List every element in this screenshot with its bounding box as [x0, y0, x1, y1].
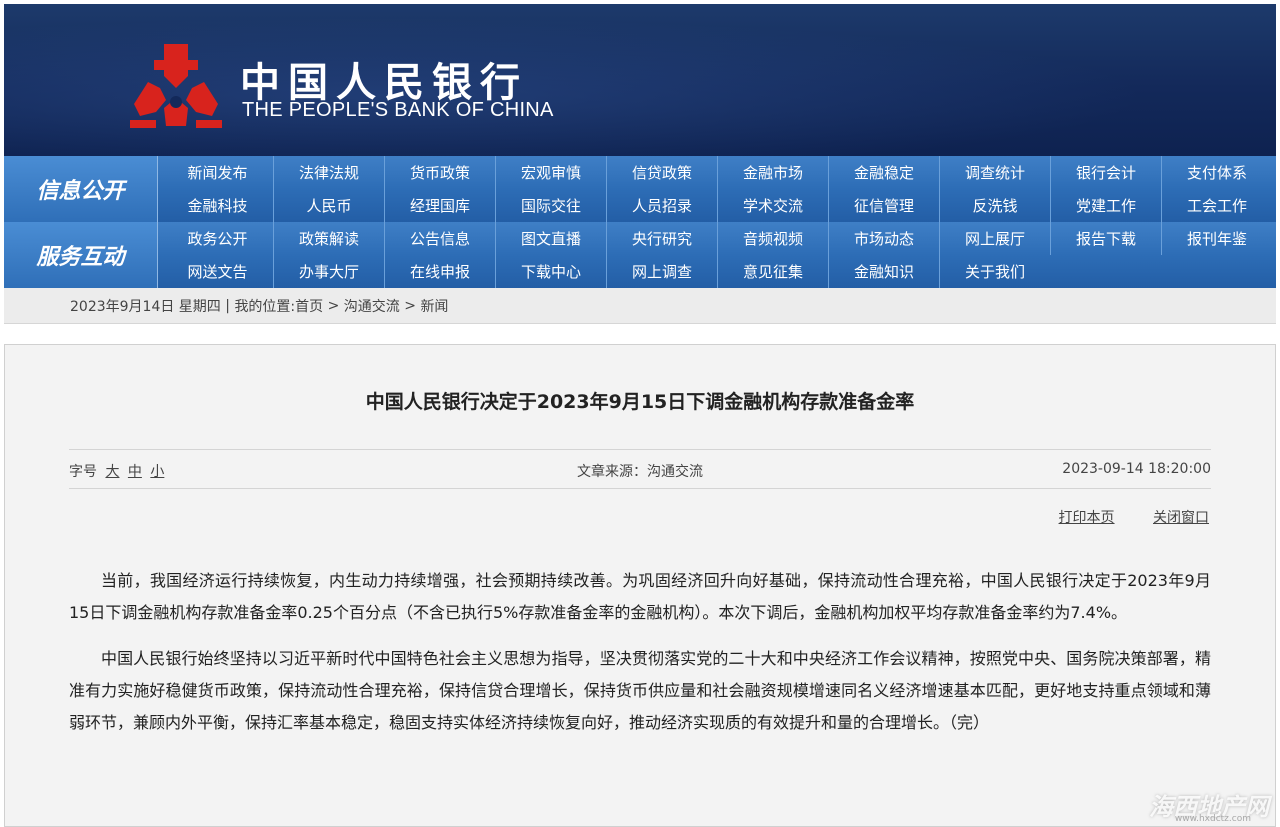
- close-window-link[interactable]: 关闭窗口: [1153, 510, 1209, 526]
- nav-item[interactable]: 银行会计: [1050, 156, 1161, 189]
- nav-grid: 政务公开 政策解读 公告信息 图文直播 央行研究 音频视频 市场动态 网上展厅 …: [162, 222, 1276, 288]
- font-size-large-link[interactable]: 大: [105, 464, 119, 480]
- nav-grid: 新闻发布 法律法规 货币政策 宏观审慎 信贷政策 金融市场 金融稳定 调查统计 …: [162, 156, 1276, 222]
- nav-service-interaction: 服务互动 政务公开 政策解读 公告信息 图文直播 央行研究 音频视频 市场动态 …: [4, 222, 1276, 288]
- nav-item[interactable]: 法律法规: [273, 156, 384, 189]
- article-meta-bar: 字号 大 中 小 文章来源：沟通交流 2023-09-14 18:20:00: [69, 449, 1211, 489]
- article-paragraph: 中国人民银行始终坚持以习近平新时代中国特色社会主义思想为指导，坚决贯彻落实党的二…: [69, 649, 1211, 732]
- nav-item[interactable]: 在线申报: [384, 255, 495, 288]
- breadcrumb: 2023年9月14日 星期四 | 我的位置: 首页 > 沟通交流 > 新闻: [4, 288, 1276, 324]
- breadcrumb-section-link[interactable]: 沟通交流: [344, 296, 400, 316]
- print-page-link[interactable]: 打印本页: [1059, 510, 1115, 526]
- article-body: 当前，我国经济运行持续恢复，内生动力持续增强，社会预期持续改善。为巩固经济回升向…: [69, 565, 1211, 753]
- article-source: 文章来源：沟通交流: [577, 464, 703, 480]
- article-paragraph: 当前，我国经济运行持续恢复，内生动力持续增强，社会预期持续改善。为巩固经济回升向…: [69, 571, 1211, 622]
- nav-section-label: 服务互动: [4, 222, 158, 288]
- breadcrumb-separator: >: [399, 297, 421, 314]
- nav-item[interactable]: 工会工作: [1161, 189, 1272, 222]
- nav-item[interactable]: 金融科技: [162, 189, 273, 222]
- nav-item[interactable]: 调查统计: [939, 156, 1050, 189]
- nav-item[interactable]: 信贷政策: [606, 156, 717, 189]
- nav-item[interactable]: 人员招录: [606, 189, 717, 222]
- nav-item[interactable]: 网送文告: [162, 255, 273, 288]
- breadcrumb-current[interactable]: 新闻: [420, 296, 448, 316]
- article-datetime: 2023-09-14 18:20:00: [1062, 461, 1211, 477]
- nav-item[interactable]: 国际交往: [495, 189, 606, 222]
- nav-item[interactable]: 经理国库: [384, 189, 495, 222]
- nav-item[interactable]: 央行研究: [606, 222, 717, 255]
- nav-item[interactable]: 网上调查: [606, 255, 717, 288]
- nav-item[interactable]: 党建工作: [1050, 189, 1161, 222]
- nav-item[interactable]: 下载中心: [495, 255, 606, 288]
- nav-item[interactable]: 支付体系: [1161, 156, 1272, 189]
- nav-item[interactable]: 新闻发布: [162, 156, 273, 189]
- nav-item[interactable]: 宏观审慎: [495, 156, 606, 189]
- nav-item[interactable]: 人民币: [273, 189, 384, 222]
- location-label: 我的位置:: [234, 298, 296, 315]
- font-size-medium-link[interactable]: 中: [128, 464, 142, 480]
- nav-item[interactable]: 金融稳定: [828, 156, 939, 189]
- breadcrumb-separator: >: [323, 297, 344, 314]
- breadcrumb-separator: |: [220, 297, 235, 314]
- nav-item[interactable]: 货币政策: [384, 156, 495, 189]
- nav-item[interactable]: 关于我们: [939, 255, 1050, 288]
- nav-item[interactable]: 音频视频: [717, 222, 828, 255]
- font-size-control: 字号 大 中 小: [69, 461, 164, 481]
- nav-item[interactable]: 征信管理: [828, 189, 939, 222]
- pboc-logo-icon[interactable]: [126, 42, 226, 130]
- nav-item[interactable]: 公告信息: [384, 222, 495, 255]
- watermark-url: www.hxdctz.com: [1174, 814, 1251, 824]
- nav-info-disclosure: 信息公开 新闻发布 法律法规 货币政策 宏观审慎 信贷政策 金融市场 金融稳定 …: [4, 156, 1276, 222]
- article-panel: 中国人民银行决定于2023年9月15日下调金融机构存款准备金率 字号 大 中 小…: [4, 344, 1276, 827]
- nav-item[interactable]: 政务公开: [162, 222, 273, 255]
- current-date: 2023年9月14日 星期四: [70, 298, 221, 315]
- nav-item[interactable]: 报告下载: [1050, 222, 1161, 255]
- nav-item[interactable]: 学术交流: [717, 189, 828, 222]
- nav-item[interactable]: 图文直播: [495, 222, 606, 255]
- breadcrumb-home-link[interactable]: 首页: [295, 296, 323, 316]
- nav-item[interactable]: 政策解读: [273, 222, 384, 255]
- nav-item[interactable]: 市场动态: [828, 222, 939, 255]
- nav-section-label: 信息公开: [4, 156, 158, 222]
- bank-english-name: THE PEOPLE'S BANK OF CHINA: [242, 99, 554, 121]
- article-tools: 打印本页 关闭窗口: [1025, 507, 1209, 527]
- article-title: 中国人民银行决定于2023年9月15日下调金融机构存款准备金率: [365, 391, 915, 413]
- nav-item[interactable]: 反洗钱: [939, 189, 1050, 222]
- nav-item[interactable]: 意见征集: [717, 255, 828, 288]
- nav-item[interactable]: 金融知识: [828, 255, 939, 288]
- nav-item[interactable]: 办事大厅: [273, 255, 384, 288]
- site-banner: 中国人民银行 THE PEOPLE'S BANK OF CHINA: [4, 4, 1276, 156]
- font-size-small-link[interactable]: 小: [150, 464, 164, 480]
- nav-item[interactable]: 网上展厅: [939, 222, 1050, 255]
- nav-item[interactable]: 报刊年鉴: [1161, 222, 1272, 255]
- font-size-label: 字号: [69, 464, 97, 480]
- nav-item[interactable]: 金融市场: [717, 156, 828, 189]
